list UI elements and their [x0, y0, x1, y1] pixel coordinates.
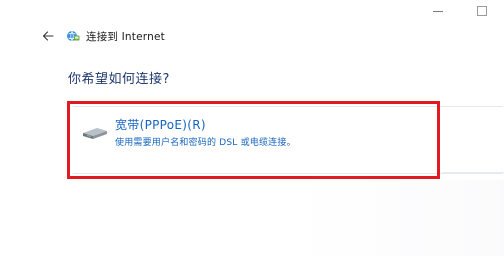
network-globe-icon [66, 29, 80, 43]
connect-internet-window: 连接到 Internet 你希望如何连接? 宽带(PPPoE)(R) 使用需要用… [0, 0, 504, 256]
header: 连接到 Internet [40, 28, 165, 44]
page-title: 连接到 Internet [86, 30, 165, 43]
back-button[interactable] [40, 28, 56, 44]
arrow-left-icon [42, 31, 54, 41]
window-controls [416, 0, 504, 20]
background-fade [295, 180, 504, 256]
highlight-frame [67, 101, 440, 179]
connection-question-heading: 你希望如何连接? [68, 72, 170, 87]
maximize-button[interactable] [460, 0, 504, 20]
maximize-icon [477, 6, 487, 16]
minimize-button[interactable] [416, 0, 460, 20]
divider [442, 172, 504, 173]
minimize-icon [433, 10, 443, 12]
